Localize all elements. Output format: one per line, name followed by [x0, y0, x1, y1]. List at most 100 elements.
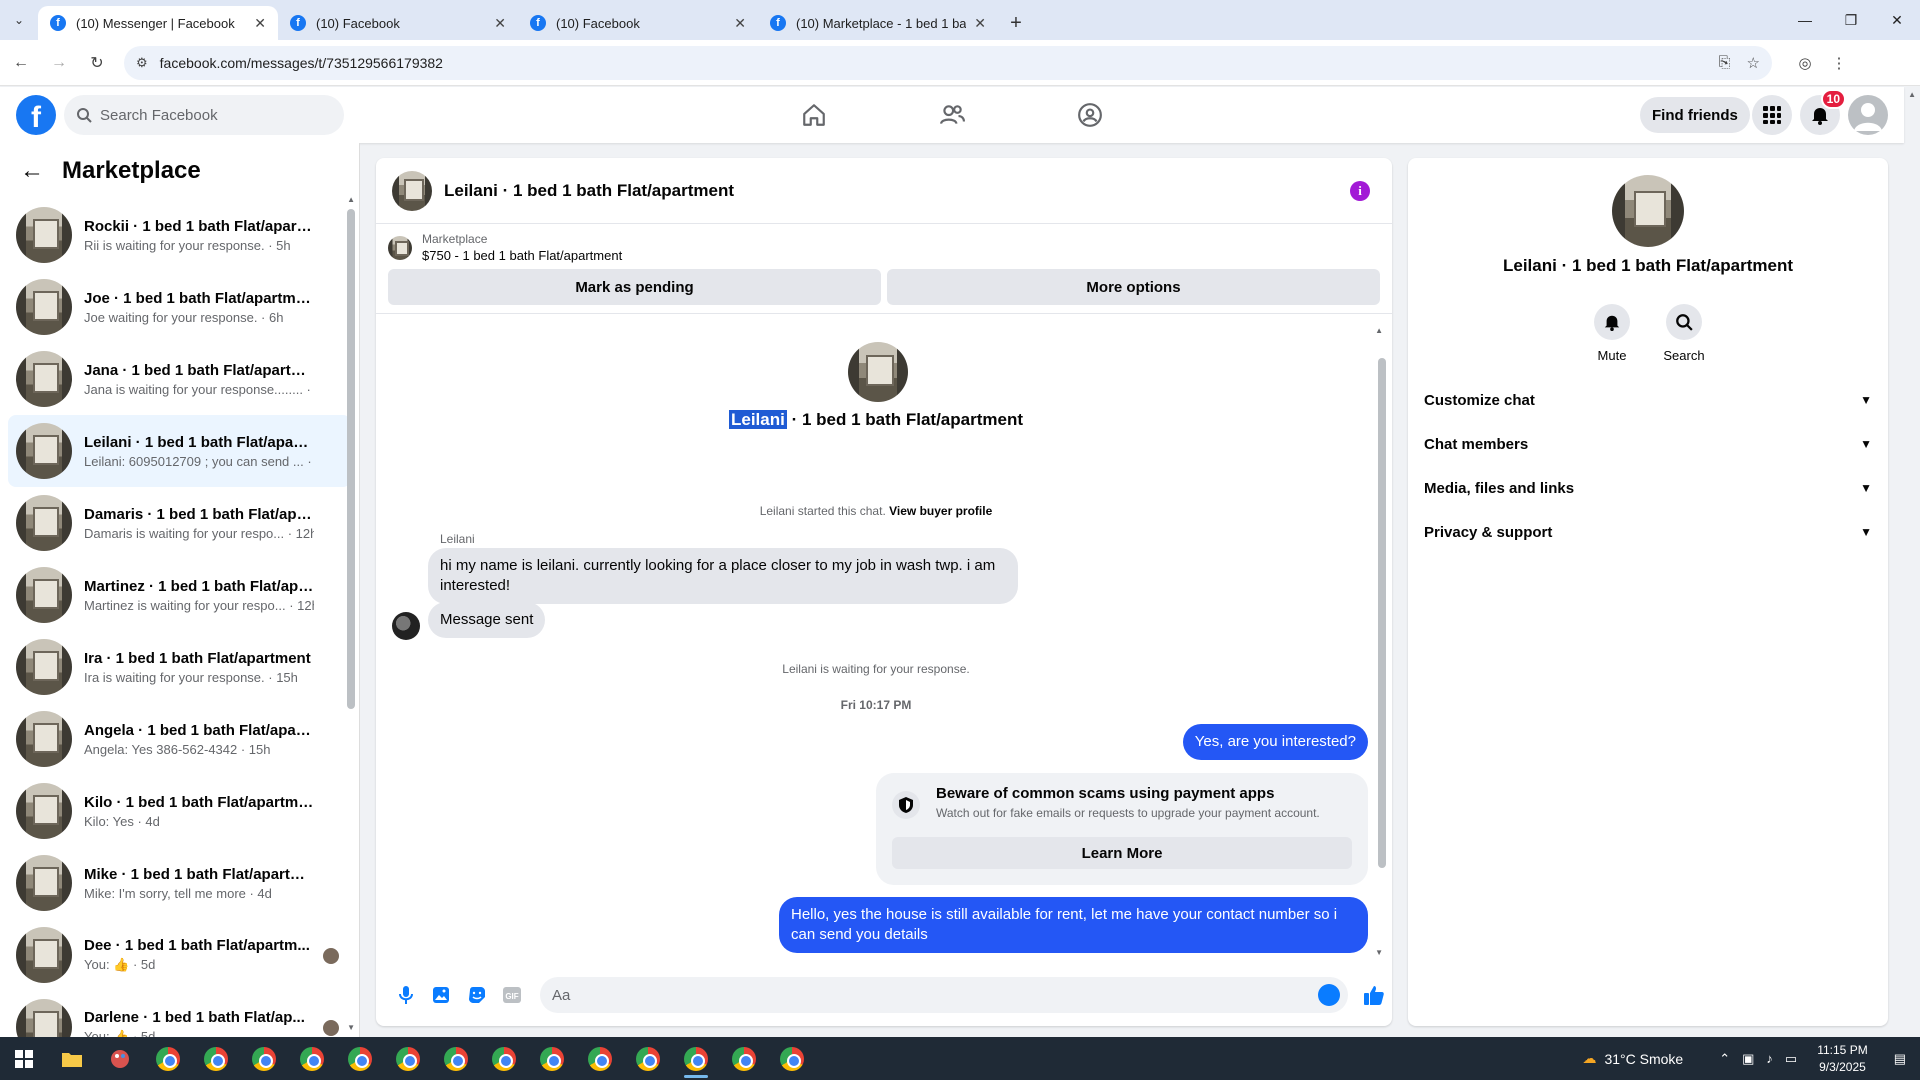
- omnibox[interactable]: ⚙ facebook.com/messages/t/73512956617938…: [124, 45, 1772, 80]
- chrome-app[interactable]: [192, 1037, 240, 1080]
- incoming-message[interactable]: hi my name is leilani. currently looking…: [428, 548, 1018, 604]
- sidebar-scrollbar[interactable]: [347, 209, 355, 709]
- chevron-up-icon[interactable]: ⌃: [1719, 1051, 1730, 1067]
- mark-pending-button[interactable]: Mark as pending: [388, 269, 881, 305]
- settings-app[interactable]: [96, 1037, 144, 1080]
- message-input-box[interactable]: [539, 977, 1349, 1013]
- emoji-icon[interactable]: [1318, 984, 1341, 1006]
- message-input[interactable]: [551, 986, 1312, 1004]
- account-button[interactable]: [1848, 95, 1888, 135]
- url-text[interactable]: facebook.com/messages/t/735129566179382: [160, 55, 1703, 71]
- conversation-item[interactable]: Rockii · 1 bed 1 bath Flat/apartm... Rii …: [8, 199, 351, 271]
- tab-close-icon[interactable]: ✕: [734, 15, 746, 32]
- chat-avatar[interactable]: [392, 170, 432, 211]
- camera-icon[interactable]: ▣: [1742, 1051, 1754, 1067]
- conversation-item[interactable]: Angela · 1 bed 1 bath Flat/apart... Angel…: [8, 703, 351, 775]
- restore-icon[interactable]: ❐: [1828, 0, 1874, 40]
- facebook-search[interactable]: [64, 95, 344, 135]
- notification-center-icon[interactable]: ▤: [1894, 1051, 1906, 1067]
- listing-thumbnail[interactable]: [388, 235, 412, 260]
- thread-scrollbar[interactable]: [1378, 358, 1386, 868]
- details-section[interactable]: Media, files and links ▼: [1408, 466, 1888, 510]
- tab-close-icon[interactable]: ✕: [974, 15, 986, 32]
- chrome-app[interactable]: [528, 1037, 576, 1080]
- details-section[interactable]: Customize chat ▼: [1408, 378, 1888, 422]
- chrome-app[interactable]: [288, 1037, 336, 1080]
- scroll-down-icon[interactable]: ▼: [1375, 948, 1383, 957]
- browser-menu-icon[interactable]: ⋮: [1822, 54, 1856, 72]
- find-friends-button[interactable]: Find friends: [1640, 97, 1750, 133]
- conversation-item[interactable]: Dee · 1 bed 1 bath Flat/apartm... You: 👍 …: [8, 919, 351, 991]
- start-button[interactable]: [0, 1037, 48, 1080]
- conversation-item[interactable]: Leilani · 1 bed 1 bath Flat/apart... Leil…: [8, 415, 351, 487]
- conversation-item[interactable]: Martinez · 1 bed 1 bath Flat/apar... Mart…: [8, 559, 351, 631]
- conversation-item[interactable]: Ira · 1 bed 1 bath Flat/apartment Ira is …: [8, 631, 351, 703]
- profile-icon[interactable]: ◎: [1788, 54, 1822, 72]
- browser-tab[interactable]: f (10) Facebook ✕: [278, 6, 518, 40]
- browser-tab[interactable]: f (10) Messenger | Facebook ✕: [38, 6, 278, 40]
- browser-tab[interactable]: f (10) Marketplace - 1 bed 1 bath ✕: [758, 6, 998, 40]
- page-scroll-up-icon[interactable]: ▲: [1908, 90, 1916, 99]
- chrome-app[interactable]: [720, 1037, 768, 1080]
- conversation-item[interactable]: Damaris · 1 bed 1 bath Flat/apart... Dama…: [8, 487, 351, 559]
- sender-avatar[interactable]: [392, 612, 420, 640]
- clock[interactable]: 11:15 PM 9/3/2025: [1817, 1042, 1867, 1076]
- chrome-app[interactable]: [624, 1037, 672, 1080]
- learn-more-button[interactable]: Learn More: [892, 837, 1352, 869]
- view-buyer-profile-link[interactable]: View buyer profile: [889, 504, 992, 518]
- chrome-app[interactable]: [480, 1037, 528, 1080]
- scroll-up-icon[interactable]: ▲: [1375, 326, 1383, 335]
- nav-groups[interactable]: [1034, 87, 1146, 143]
- more-options-button[interactable]: More options: [887, 269, 1380, 305]
- back-icon[interactable]: ←: [4, 46, 38, 80]
- chrome-app[interactable]: [144, 1037, 192, 1080]
- forward-icon[interactable]: →: [42, 46, 76, 80]
- conversation-item[interactable]: Darlene · 1 bed 1 bath Flat/ap... You: 👍 …: [8, 991, 351, 1037]
- menu-grid-button[interactable]: [1752, 95, 1792, 135]
- back-arrow-icon[interactable]: ←: [20, 157, 44, 185]
- conversation-item[interactable]: Joe · 1 bed 1 bath Flat/apartment Joe wai…: [8, 271, 351, 343]
- sticker-icon[interactable]: [459, 977, 494, 1013]
- photo-icon[interactable]: [423, 977, 458, 1013]
- info-icon[interactable]: i: [1350, 181, 1370, 201]
- weather-widget[interactable]: ☁ 31°C Smoke: [1582, 1050, 1683, 1067]
- incoming-message[interactable]: Message sent: [428, 602, 546, 638]
- details-avatar[interactable]: [1612, 175, 1684, 247]
- speaker-icon[interactable]: ♪: [1766, 1051, 1773, 1066]
- facebook-logo-icon[interactable]: f: [16, 95, 56, 135]
- new-tab-button[interactable]: +: [998, 6, 1034, 40]
- conversation-item[interactable]: Kilo · 1 bed 1 bath Flat/apartment Kilo: …: [8, 775, 351, 847]
- install-app-icon[interactable]: ⎘: [1719, 54, 1731, 71]
- scroll-up-icon[interactable]: ▲: [347, 195, 355, 204]
- chrome-app[interactable]: [768, 1037, 816, 1080]
- file-explorer-app[interactable]: [48, 1037, 96, 1080]
- bookmark-star-icon[interactable]: ☆: [1747, 54, 1760, 72]
- chat-title[interactable]: Leilani · 1 bed 1 bath Flat/apartment: [444, 181, 734, 201]
- minimize-icon[interactable]: —: [1782, 0, 1828, 40]
- tab-search-menu[interactable]: ⌄: [0, 0, 38, 40]
- mute-button[interactable]: Mute: [1592, 304, 1632, 363]
- gif-icon[interactable]: GIF: [494, 977, 529, 1013]
- chrome-app[interactable]: [432, 1037, 480, 1080]
- network-icon[interactable]: ▭: [1785, 1051, 1797, 1067]
- like-thumb-icon[interactable]: [1356, 977, 1391, 1013]
- chrome-app[interactable]: [384, 1037, 432, 1080]
- close-window-icon[interactable]: ✕: [1874, 0, 1920, 40]
- chrome-app[interactable]: [336, 1037, 384, 1080]
- conversation-item[interactable]: Jana · 1 bed 1 bath Flat/apartment Jana i…: [8, 343, 351, 415]
- conversation-item[interactable]: Mike · 1 bed 1 bath Flat/apartment Mike: …: [8, 847, 351, 919]
- chrome-app[interactable]: [240, 1037, 288, 1080]
- chrome-app[interactable]: [672, 1037, 720, 1080]
- outgoing-message[interactable]: Hello, yes the house is still available …: [779, 897, 1368, 953]
- thread-avatar[interactable]: [848, 342, 908, 402]
- outgoing-message[interactable]: Yes, are you interested?: [1182, 724, 1368, 760]
- details-section[interactable]: Chat members ▼: [1408, 422, 1888, 466]
- details-section[interactable]: Privacy & support ▼: [1408, 510, 1888, 554]
- chrome-app[interactable]: [576, 1037, 624, 1080]
- scroll-down-icon[interactable]: ▼: [347, 1023, 355, 1032]
- listing-title[interactable]: $750 - 1 bed 1 bath Flat/apartment: [422, 248, 622, 263]
- browser-tab[interactable]: f (10) Facebook ✕: [518, 6, 758, 40]
- nav-friends[interactable]: [896, 87, 1008, 143]
- tab-close-icon[interactable]: ✕: [494, 15, 506, 32]
- search-input[interactable]: [100, 106, 320, 124]
